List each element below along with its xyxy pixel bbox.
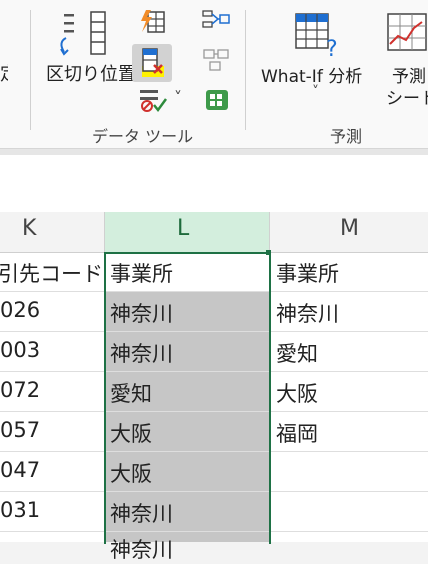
what-if-analysis-icon[interactable]: ?	[290, 10, 344, 62]
cell-k2[interactable]: 026	[0, 298, 40, 322]
group-separator	[245, 10, 246, 130]
cell-k6[interactable]: 047	[0, 458, 40, 482]
cell-k1[interactable]: 引先コード	[0, 258, 102, 288]
text-to-columns-label[interactable]: 区切り位置	[46, 60, 136, 86]
forecast-sheet-label-line2[interactable]: シート	[386, 84, 428, 109]
cell-k4[interactable]: 072	[0, 378, 40, 402]
forecast-sheet-icon[interactable]	[384, 10, 428, 56]
cell-m1[interactable]: 事業所	[276, 258, 339, 288]
cell-k7[interactable]: 031	[0, 498, 40, 522]
selection-border	[104, 252, 271, 544]
column-header-k[interactable]	[0, 212, 104, 253]
cell-m3[interactable]: 愛知	[276, 338, 318, 368]
chevron-down-icon[interactable]: ˅	[312, 84, 319, 100]
cell-k3[interactable]: 003	[0, 338, 40, 362]
relationships-icon[interactable]	[200, 46, 232, 74]
formula-bar-area	[0, 149, 428, 206]
cell-m5[interactable]: 福岡	[276, 418, 318, 448]
fill-handle[interactable]	[266, 250, 271, 255]
group-separator	[30, 10, 31, 130]
manage-data-model-icon[interactable]	[200, 86, 232, 114]
remove-duplicates-icon	[142, 48, 164, 77]
flash-fill-icon[interactable]	[138, 8, 168, 36]
data-validation-icon[interactable]	[138, 86, 170, 114]
cell-m4[interactable]: 大阪	[276, 378, 318, 408]
chevron-down-icon[interactable]: ˅	[174, 88, 182, 107]
column-header-l-label: L	[177, 216, 190, 241]
remove-duplicates-button[interactable]	[132, 44, 172, 82]
cell-m2[interactable]: 神奈川	[276, 298, 339, 328]
group-label-forecast: 予測	[330, 127, 363, 146]
consolidate-icon[interactable]	[200, 8, 232, 34]
column-header-k-label: K	[22, 216, 37, 241]
svg-text:?: ?	[326, 37, 338, 60]
cut-off-command-label[interactable]: 定	[0, 60, 8, 86]
column-header-m-label: M	[340, 216, 359, 241]
group-label-data-tools: データ ツール	[92, 127, 194, 146]
cell-k5[interactable]: 057	[0, 418, 40, 442]
